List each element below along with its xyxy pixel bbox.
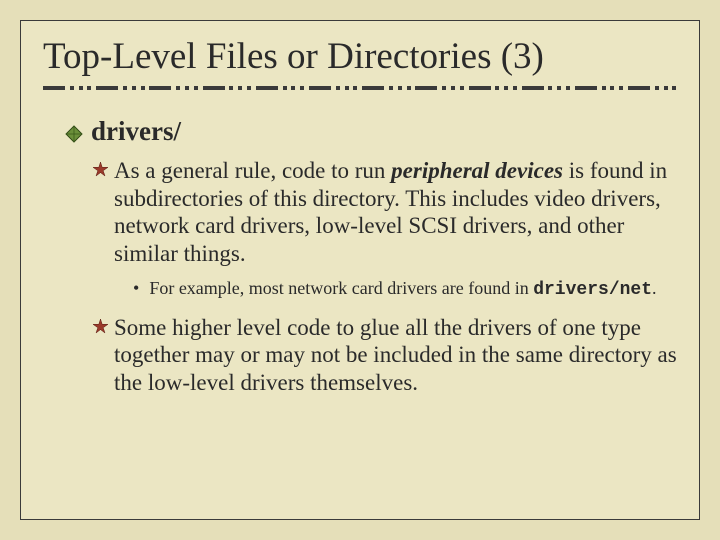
level2a-emph: peripheral devices [391,158,563,183]
title-underline [43,86,677,98]
level2a-text: As a general rule, code to run periphera… [114,157,677,267]
star-bullet-icon [93,162,108,182]
star-bullet-icon [93,319,108,339]
level3-code: drivers/net [533,280,652,300]
slide-frame: Top-Level Files or Directories (3) drive… [20,20,700,520]
list-item-level1: drivers/ [65,116,677,147]
level2b-text: Some higher level code to glue all the d… [114,314,677,397]
level3-post: . [652,278,657,298]
dot-bullet-icon: • [133,277,139,300]
slide-title: Top-Level Files or Directories (3) [43,35,677,78]
level2a-pre: As a general rule, code to run [114,158,391,183]
level3-pre: For example, most network card drivers a… [149,278,533,298]
list-item-level2-a: As a general rule, code to run periphera… [93,157,677,267]
level1-text: drivers/ [91,116,181,147]
diamond-bullet-icon [65,125,83,148]
list-item-level2-b: Some higher level code to glue all the d… [93,314,677,397]
level3-text: For example, most network card drivers a… [149,277,656,302]
list-item-level3: • For example, most network card drivers… [133,277,677,302]
